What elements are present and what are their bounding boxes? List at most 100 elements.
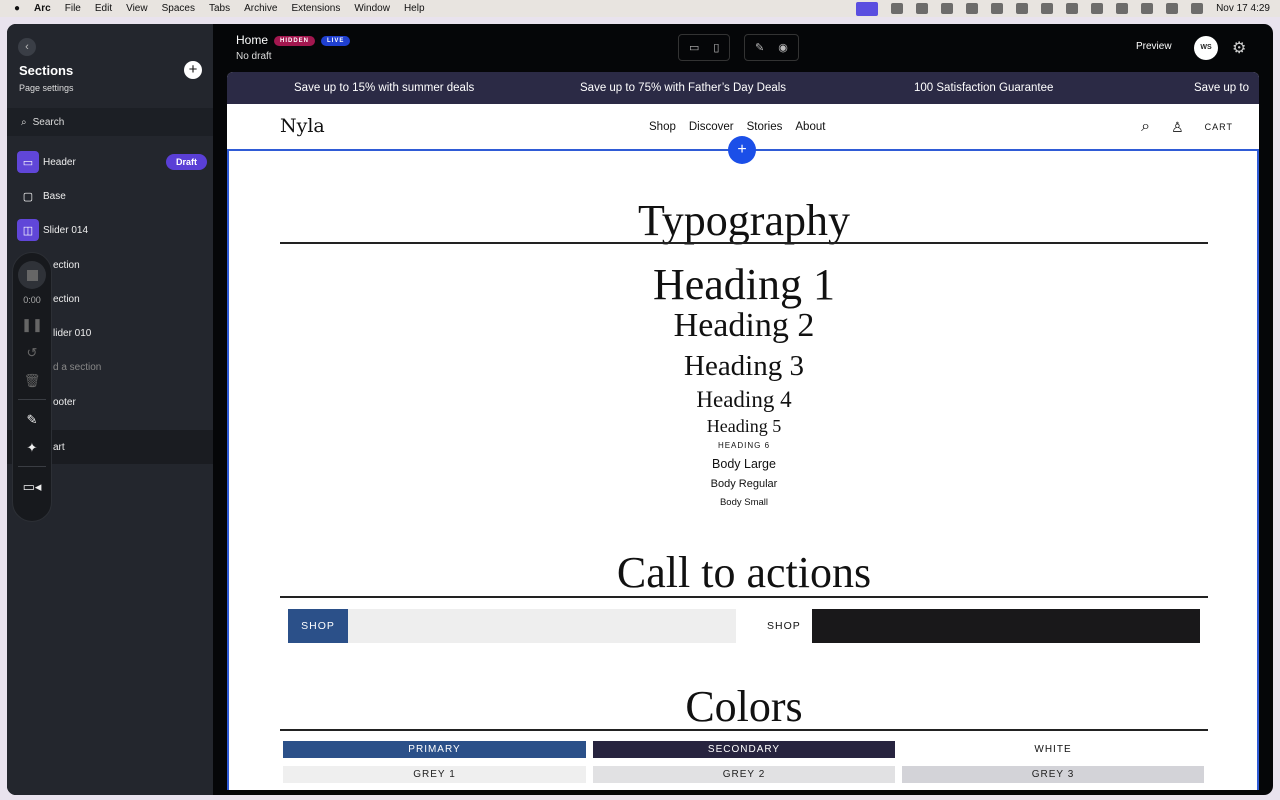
page-title: Home HIDDEN LIVE [236, 33, 351, 47]
divider [280, 729, 1208, 731]
heading-3: Heading 3 [684, 350, 804, 382]
menu-bar: ● Arc File Edit View Spaces Tabs Archive… [0, 0, 1280, 17]
nav-discover[interactable]: Discover [689, 121, 734, 133]
desktop-icon[interactable]: ▭ [689, 41, 699, 54]
control-center-icon[interactable] [1191, 3, 1204, 14]
menu-view[interactable]: View [126, 3, 148, 14]
sidebar-item-section-1[interactable]: ection [53, 254, 243, 276]
draft-status: No draft [236, 51, 272, 62]
swatch-secondary: SECONDARY [593, 741, 895, 758]
stats-warning-icon[interactable] [1016, 3, 1029, 14]
announcement: Save up to 15% with summer deals [294, 82, 475, 94]
creative-cloud-icon[interactable] [891, 3, 904, 14]
search-input[interactable]: ⌕ Search [7, 108, 213, 136]
screen-share-icon[interactable] [856, 1, 879, 16]
display-icon[interactable] [1141, 3, 1154, 14]
menu-app[interactable]: Arc [34, 3, 51, 14]
screen-recorder-panel: 0:00 ❚❚ ↺ 🗑 ✎ ✦ ▭◂ [12, 252, 52, 522]
heading-4: Heading 4 [696, 387, 792, 412]
wifi-icon[interactable] [1116, 3, 1129, 14]
sidebar-item-base[interactable]: ▢ Base [17, 185, 207, 207]
add-section-button[interactable]: + [184, 61, 202, 79]
style-guide-section: Typography Heading 1 Heading 2 Heading 3… [227, 151, 1259, 790]
cta-dark-bar [812, 609, 1200, 643]
shop-primary-button[interactable]: SHOP [288, 609, 348, 643]
sidebar-item-slider-014[interactable]: ◫ Slider 014 [17, 219, 207, 241]
sidebar-item-footer[interactable]: ooter [53, 391, 243, 413]
clock[interactable]: Nov 17 4:29 [1216, 3, 1270, 14]
mobile-icon[interactable]: ▯ [713, 41, 719, 54]
edit-icon[interactable]: ✎ [755, 41, 764, 54]
store-logo[interactable]: Nyla [280, 115, 325, 137]
clock-icon[interactable] [1091, 3, 1104, 14]
menu-file[interactable]: File [65, 3, 81, 14]
cart-link[interactable]: CART [1205, 122, 1233, 132]
add-a-section[interactable]: d a section [53, 356, 243, 378]
menu-archive[interactable]: Archive [244, 3, 277, 14]
menu-extensions[interactable]: Extensions [291, 3, 340, 14]
nav-about[interactable]: About [795, 121, 825, 133]
heading-1: Heading 1 [652, 260, 836, 309]
typography-title: Typography [638, 196, 850, 245]
avatar[interactable]: WS [1194, 36, 1218, 60]
trash-icon[interactable]: 🗑 [24, 373, 41, 389]
dropbox-icon[interactable] [916, 3, 929, 14]
search-icon[interactable]: ⌕ [1141, 118, 1151, 136]
sidebar-item-header[interactable]: ▭ Header Draft [17, 151, 207, 173]
status-tray: Nov 17 4:29 [856, 0, 1270, 17]
store-nav: Shop Discover Stories About [649, 121, 825, 133]
heading-6: HEADING 6 [717, 441, 771, 450]
apple-icon[interactable]: ● [14, 3, 20, 14]
divider [280, 242, 1208, 244]
menu-window[interactable]: Window [354, 3, 390, 14]
divider [280, 596, 1208, 598]
vpn-icon[interactable] [941, 3, 954, 14]
watch-icon: ▢ [22, 190, 34, 203]
menu-spaces[interactable]: Spaces [162, 3, 195, 14]
colors-title: Colors [685, 682, 803, 731]
eye-icon[interactable]: ◉ [778, 41, 788, 54]
body-regular: Body Regular [710, 478, 778, 490]
chat-icon[interactable] [1041, 3, 1054, 14]
restart-icon[interactable]: ↺ [27, 345, 38, 361]
heading-2: Heading 2 [673, 307, 815, 344]
confetti-icon[interactable]: ✦ [27, 440, 38, 456]
gear-icon[interactable]: ⚙ [1232, 38, 1246, 58]
fork-icon[interactable] [1066, 3, 1079, 14]
back-button[interactable]: ‹ [18, 38, 36, 56]
pencil-icon[interactable]: ✎ [27, 412, 38, 428]
page-settings-link[interactable]: Page settings [19, 83, 74, 93]
swatch-grey-3: GREY 3 [902, 766, 1204, 783]
item-label: ooter [53, 396, 76, 408]
announcement: Save up to 75% with Father’s Day Deals [580, 82, 787, 94]
divider [18, 466, 46, 467]
menu-tabs[interactable]: Tabs [209, 3, 230, 14]
add-section-plus-button[interactable]: + [728, 136, 756, 164]
menu-edit[interactable]: Edit [95, 3, 112, 14]
header-icon: ▭ [17, 151, 39, 173]
browser-window: ‹ Sections Page settings + ⌕ Search ▭ Head… [7, 24, 1273, 795]
account-icon[interactable]: ♙ [1171, 119, 1185, 136]
sidebar-item-section-2[interactable]: ection [53, 288, 243, 310]
item-label: ection [53, 259, 80, 271]
swatch-grey-2: GREY 2 [593, 766, 895, 783]
brightness-icon[interactable] [1166, 3, 1179, 14]
battery-device-icon[interactable] [966, 3, 979, 14]
pause-icon[interactable]: ❚❚ [21, 317, 43, 333]
nav-stories[interactable]: Stories [747, 121, 783, 133]
search-icon: ⌕ [21, 116, 27, 128]
page-name: Home [236, 33, 269, 47]
sidebar-item-slider-010[interactable]: lider 010 [53, 322, 243, 344]
preview-button[interactable]: Preview [1136, 41, 1172, 52]
aperture-icon[interactable] [991, 3, 1004, 14]
page-preview: Save up to 15% with summer deals Save up… [227, 72, 1259, 790]
slider-icon: ◫ [17, 219, 39, 241]
sidebar-item-cart[interactable]: art [53, 436, 243, 458]
camera-icon[interactable]: ▭◂ [23, 479, 42, 495]
nav-shop[interactable]: Shop [649, 121, 676, 133]
draft-badge: Draft [165, 154, 207, 170]
shop-secondary-button[interactable]: SHOP [767, 609, 801, 643]
swatch-primary: PRIMARY [283, 741, 586, 758]
stop-recording-button[interactable] [18, 261, 46, 289]
menu-help[interactable]: Help [404, 3, 425, 14]
